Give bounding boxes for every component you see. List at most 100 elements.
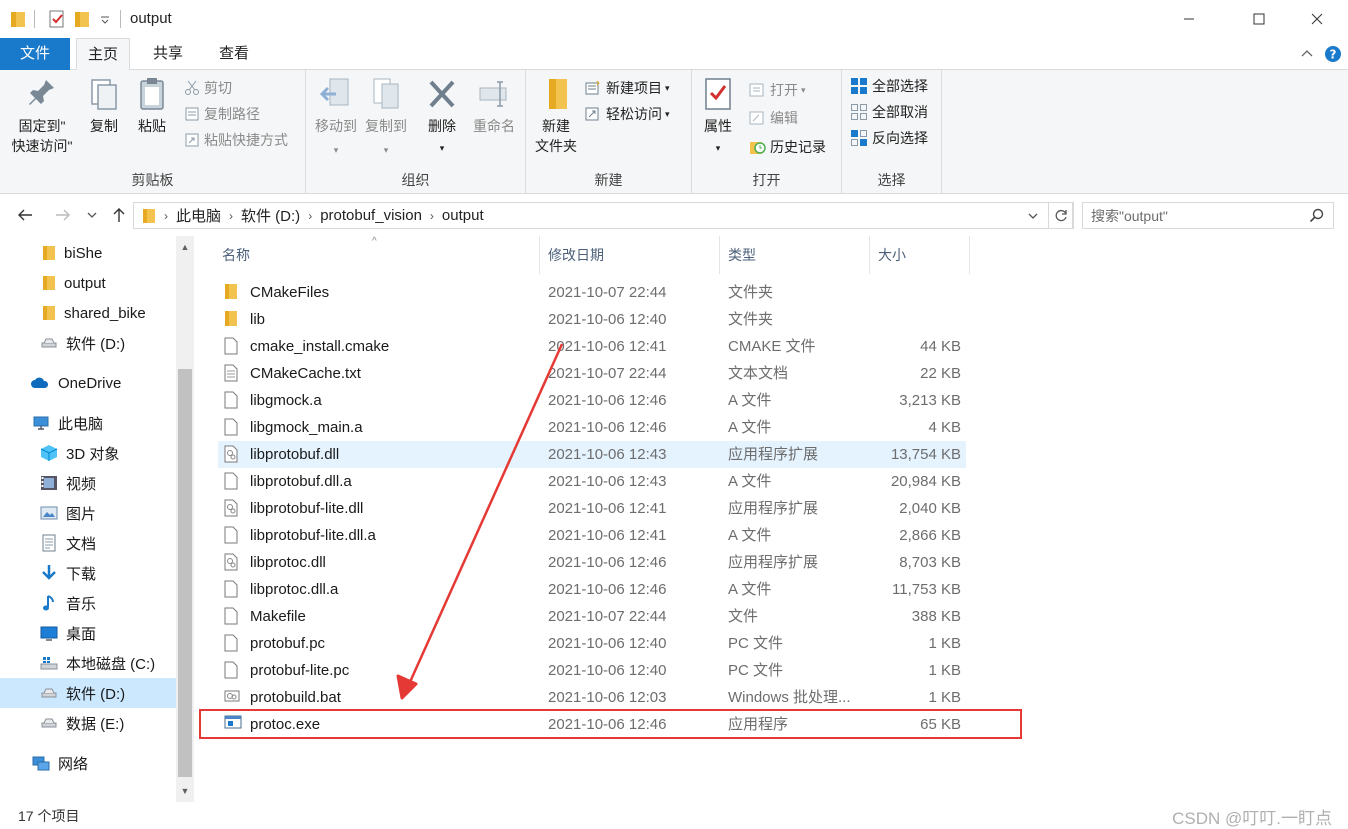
sidebar-item-documents[interactable]: 文档 — [0, 528, 176, 558]
sidebar-item-onedrive[interactable]: OneDrive — [0, 368, 176, 398]
file-row[interactable]: cmake_install.cmake 2021-10-06 12:41 CMAKE… — [218, 333, 966, 360]
sidebar-item-drive-c[interactable]: 本地磁盘 (C:) — [0, 648, 176, 678]
recent-locations-button[interactable] — [84, 204, 100, 226]
file-row[interactable]: protobuf-lite.pc 2021-10-06 12:40 PC 文件 1 K… — [218, 657, 966, 684]
sidebar-item-videos[interactable]: 视频 — [0, 468, 176, 498]
sidebar-item-desktop[interactable]: 桌面 — [0, 618, 176, 648]
sidebar-item-output[interactable]: output — [0, 268, 176, 298]
select-none-icon — [851, 104, 867, 120]
file-row[interactable]: libprotoc.dll 2021-10-06 12:46 应用程序扩展 8,703… — [218, 549, 966, 576]
paste-shortcut-button[interactable]: 粘贴快捷方式 — [184, 130, 288, 150]
column-header-name[interactable]: 名称 — [214, 236, 540, 274]
file-row[interactable]: libgmock_main.a 2021-10-06 12:46 A 文件 4 KB — [218, 414, 966, 441]
new-folder-label-line2: 文件夹 — [535, 138, 577, 154]
item-count: 17 个项目 — [18, 808, 80, 824]
scrollbar-thumb[interactable] — [178, 369, 192, 777]
column-header-size[interactable]: 大小 — [870, 236, 970, 274]
easy-access-button[interactable]: 轻松访问 ▾ — [584, 104, 670, 124]
tab-share[interactable]: 共享 — [140, 38, 196, 70]
file-row[interactable]: lib 2021-10-06 12:40 文件夹 — [218, 306, 966, 333]
history-button[interactable]: 历史记录 — [748, 137, 826, 157]
invert-selection-button[interactable]: 反向选择 — [850, 128, 928, 148]
folder-icon[interactable] — [10, 10, 26, 28]
document-icon — [42, 534, 56, 552]
sidebar-item-bishe[interactable]: biShe — [0, 238, 176, 268]
column-header-type[interactable]: 类型 — [720, 236, 870, 274]
breadcrumb-this-pc[interactable]: 此电脑 — [176, 205, 221, 226]
pin-quick-access-button[interactable]: 固定到" 快速访问" — [8, 76, 76, 156]
sidebar-item-quick-drive-d[interactable]: 软件 (D:) — [0, 328, 176, 358]
search-icon[interactable] — [1309, 208, 1325, 224]
cut-button[interactable]: 剪切 — [184, 78, 232, 98]
select-all-button[interactable]: 全部选择 — [850, 76, 928, 96]
sidebar-item-downloads[interactable]: 下载 — [0, 558, 176, 588]
file-row[interactable]: CMakeFiles 2021-10-07 22:44 文件夹 — [218, 279, 966, 306]
sidebar-item-label: 软件 (D:) — [66, 335, 126, 353]
up-button[interactable] — [108, 204, 130, 226]
forward-button[interactable] — [52, 204, 74, 226]
sidebar-item-pictures[interactable]: 图片 — [0, 498, 176, 528]
sidebar-item-music[interactable]: 音乐 — [0, 588, 176, 618]
file-row[interactable]: libprotoc.dll.a 2021-10-06 12:46 A 文件 11,75… — [218, 576, 966, 603]
column-header-date[interactable]: 修改日期 — [540, 236, 720, 274]
properties-button[interactable]: 属性 ▾ — [698, 76, 738, 158]
annotation-highlight-box — [199, 709, 1022, 739]
collapse-ribbon-icon[interactable] — [1300, 48, 1314, 58]
file-row[interactable]: protobuild.bat 2021-10-06 12:03 Windows 批处… — [218, 684, 966, 711]
tab-file[interactable]: 文件 — [0, 38, 70, 70]
minimize-button[interactable] — [1166, 0, 1212, 38]
sidebar-item-this-pc[interactable]: 此电脑 — [0, 408, 176, 438]
open-button[interactable]: 打开 ▾ — [748, 80, 806, 100]
file-row[interactable]: libprotobuf.dll.a 2021-10-06 12:43 A 文件 20,… — [218, 468, 966, 495]
rename-button[interactable]: 重命名 — [468, 76, 520, 136]
address-bar[interactable]: › 此电脑 › 软件 (D:) › protobuf_vision › outp… — [133, 202, 1073, 229]
file-row[interactable]: Makefile 2021-10-07 22:44 文件 388 KB — [218, 603, 966, 630]
file-date: 2021-10-06 12:43 — [548, 473, 667, 490]
file-row[interactable]: CMakeCache.txt 2021-10-07 22:44 文本文档 22 KB — [218, 360, 966, 387]
back-button[interactable] — [14, 204, 36, 226]
properties-icon[interactable] — [48, 10, 66, 28]
customize-toolbar-icon[interactable] — [100, 16, 110, 24]
file-row[interactable]: libprotobuf-lite.dll.a 2021-10-06 12:41 A … — [218, 522, 966, 549]
sidebar-item-shared-bike[interactable]: shared_bike — [0, 298, 176, 328]
file-row[interactable]: protobuf.pc 2021-10-06 12:40 PC 文件 1 KB — [218, 630, 966, 657]
copy-path-button[interactable]: 复制路径 — [184, 104, 260, 124]
scroll-up-icon[interactable]: ▲ — [176, 238, 194, 256]
file-date: 2021-10-06 12:40 — [548, 311, 667, 328]
sidebar-item-drive-e[interactable]: 数据 (E:) — [0, 708, 176, 738]
sidebar-item-network[interactable]: 网络 — [0, 748, 176, 778]
delete-button[interactable]: 删除 ▾ — [422, 76, 462, 158]
scroll-down-icon[interactable]: ▼ — [176, 782, 194, 800]
sidebar-item-3d-objects[interactable]: 3D 对象 — [0, 438, 176, 468]
breadcrumb-output[interactable]: output — [442, 207, 484, 224]
sidebar-item-drive-d[interactable]: 软件 (D:) — [0, 678, 176, 708]
sidebar-scrollbar[interactable]: ▲ ▼ — [176, 236, 194, 802]
file-row[interactable]: libprotobuf.dll 2021-10-06 12:43 应用程序扩展 13,… — [218, 441, 966, 468]
file-row[interactable]: libprotobuf-lite.dll 2021-10-06 12:41 应用程序… — [218, 495, 966, 522]
copy-button[interactable]: 复制 — [84, 76, 124, 136]
file-row[interactable]: libgmock.a 2021-10-06 12:46 A 文件 3,213 KB — [218, 387, 966, 414]
file-date: 2021-10-06 12:41 — [548, 338, 667, 355]
address-dropdown-icon[interactable] — [1028, 212, 1038, 220]
tab-view[interactable]: 查看 — [206, 38, 262, 70]
sidebar-item-label: 软件 (D:) — [66, 685, 126, 703]
breadcrumb-protobuf-vision[interactable]: protobuf_vision — [320, 207, 422, 224]
properties-label: 属性 — [704, 118, 732, 134]
refresh-button[interactable] — [1048, 202, 1074, 229]
maximize-button[interactable] — [1236, 0, 1282, 38]
new-folder-icon[interactable] — [74, 10, 90, 28]
copy-label: 复制 — [90, 118, 118, 134]
new-item-label: 新建项目 — [606, 80, 662, 96]
new-folder-button[interactable]: 新建 文件夹 — [530, 76, 582, 156]
paste-button[interactable]: 粘贴 — [132, 76, 172, 136]
move-to-button[interactable]: 移动到 ▾ — [312, 76, 360, 160]
copy-to-button[interactable]: 复制到 ▾ — [362, 76, 410, 160]
search-input[interactable]: 搜索"output" — [1082, 202, 1334, 229]
tab-home[interactable]: 主页 — [76, 38, 130, 71]
new-item-button[interactable]: 新建项目 ▾ — [584, 78, 670, 98]
edit-button[interactable]: 编辑 — [748, 108, 798, 128]
close-button[interactable] — [1294, 0, 1340, 38]
select-none-button[interactable]: 全部取消 — [850, 102, 928, 122]
help-icon[interactable]: ? — [1324, 45, 1342, 63]
breadcrumb-drive-d[interactable]: 软件 (D:) — [241, 205, 300, 226]
